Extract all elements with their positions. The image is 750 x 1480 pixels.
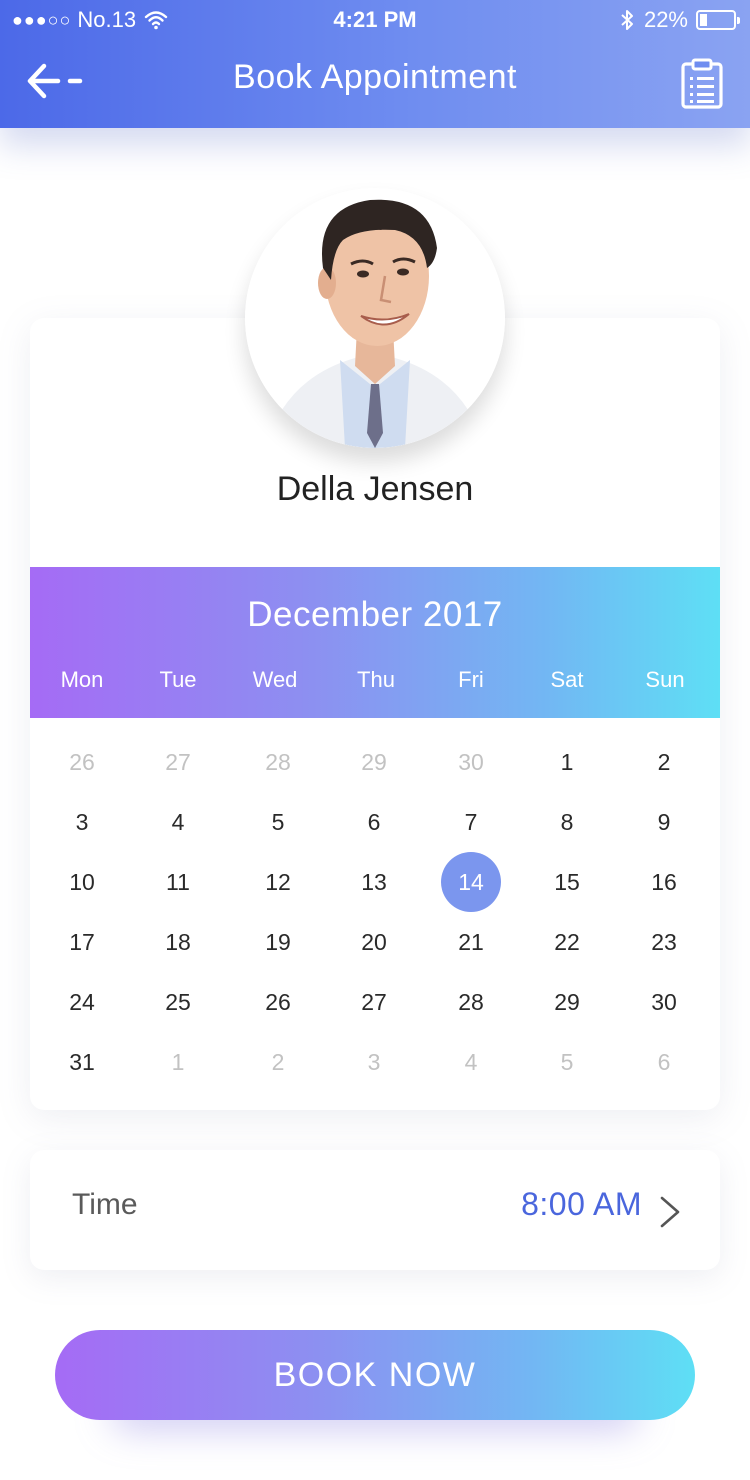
calendar-day[interactable]: 5 xyxy=(537,1032,597,1092)
calendar-day[interactable]: 12 xyxy=(248,852,308,912)
calendar-day[interactable]: 19 xyxy=(248,912,308,972)
calendar-day[interactable]: 1 xyxy=(148,1032,208,1092)
weekday-fri: Fri xyxy=(458,667,484,692)
battery-percent: 22% xyxy=(643,7,688,32)
calendar-day[interactable]: 23 xyxy=(634,912,694,972)
calendar-day[interactable]: 6 xyxy=(344,792,404,852)
page-title: Book Appointment xyxy=(233,58,517,96)
calendar-day[interactable]: 6 xyxy=(634,1032,694,1092)
calendar-day[interactable]: 11 xyxy=(148,852,208,912)
calendar-day[interactable]: 21 xyxy=(441,912,501,972)
calendar-day[interactable]: 5 xyxy=(248,792,308,852)
weekday-sat: Sat xyxy=(550,667,584,692)
calendar-day[interactable]: 30 xyxy=(441,732,501,792)
month-title[interactable]: December 2017 xyxy=(30,595,720,635)
calendar-day[interactable]: 31 xyxy=(52,1032,112,1092)
doctor-avatar xyxy=(245,188,505,448)
clipboard-list-icon xyxy=(681,58,723,109)
time-value: 8:00 AM xyxy=(521,1186,642,1222)
calendar-day[interactable]: 4 xyxy=(148,792,208,852)
calendar-day[interactable]: 1 xyxy=(537,732,597,792)
calendar-day[interactable]: 30 xyxy=(634,972,694,1032)
calendar-day[interactable]: 26 xyxy=(248,972,308,1032)
calendar-day[interactable]: 4 xyxy=(441,1032,501,1092)
calendar-day[interactable]: 9 xyxy=(634,792,694,852)
calendar-day[interactable]: 26 xyxy=(52,732,112,792)
calendar-header: December 2017 Mon Tue Wed Thu Fri Sat Su… xyxy=(30,567,720,718)
calendar-day[interactable]: 7 xyxy=(441,792,501,852)
calendar-day[interactable]: 28 xyxy=(248,732,308,792)
book-now-button[interactable]: BOOK NOW xyxy=(55,1330,695,1420)
calendar-day[interactable]: 17 xyxy=(52,912,112,972)
calendar-day-selected[interactable]: 14 xyxy=(441,852,501,912)
status-right: 22% xyxy=(620,7,740,33)
time-selector[interactable]: Time 8:00 AM xyxy=(30,1150,720,1270)
calendar-day[interactable]: 25 xyxy=(148,972,208,1032)
status-bar: ●●●○○ No.13 4:21 PM 22% xyxy=(0,0,750,40)
calendar-day[interactable]: 2 xyxy=(248,1032,308,1092)
weekday-sun: Sun xyxy=(645,667,685,692)
calendar-day[interactable]: 3 xyxy=(52,792,112,852)
calendar-day[interactable]: 29 xyxy=(537,972,597,1032)
calendar-day[interactable]: 28 xyxy=(441,972,501,1032)
calendar-day[interactable]: 3 xyxy=(344,1032,404,1092)
doctor-avatar-image xyxy=(245,188,505,448)
calendar-day[interactable]: 27 xyxy=(344,972,404,1032)
calendar-day[interactable]: 8 xyxy=(537,792,597,852)
chevron-right-icon xyxy=(660,1196,680,1228)
weekday-tue: Tue xyxy=(159,667,197,692)
weekday-thu: Thu xyxy=(357,667,395,692)
calendar-day[interactable]: 16 xyxy=(634,852,694,912)
app-header: ●●●○○ No.13 4:21 PM 22% Book Appointment xyxy=(0,0,750,128)
weekday-mon: Mon xyxy=(60,667,104,692)
calendar-day[interactable]: 22 xyxy=(537,912,597,972)
appointments-button[interactable] xyxy=(680,58,724,110)
battery-icon xyxy=(696,10,740,30)
calendar-day[interactable]: 10 xyxy=(52,852,112,912)
time-label: Time xyxy=(72,1188,138,1221)
bluetooth-icon xyxy=(621,10,633,30)
calendar-day[interactable]: 18 xyxy=(148,912,208,972)
doctor-name: Della Jensen xyxy=(276,470,474,508)
weekday-wed: Wed xyxy=(252,667,298,692)
calendar-day[interactable]: 15 xyxy=(537,852,597,912)
calendar-day[interactable]: 27 xyxy=(148,732,208,792)
calendar-day[interactable]: 2 xyxy=(634,732,694,792)
calendar-day[interactable]: 20 xyxy=(344,912,404,972)
calendar-day[interactable]: 13 xyxy=(344,852,404,912)
calendar-day[interactable]: 29 xyxy=(344,732,404,792)
calendar-day[interactable]: 24 xyxy=(52,972,112,1032)
